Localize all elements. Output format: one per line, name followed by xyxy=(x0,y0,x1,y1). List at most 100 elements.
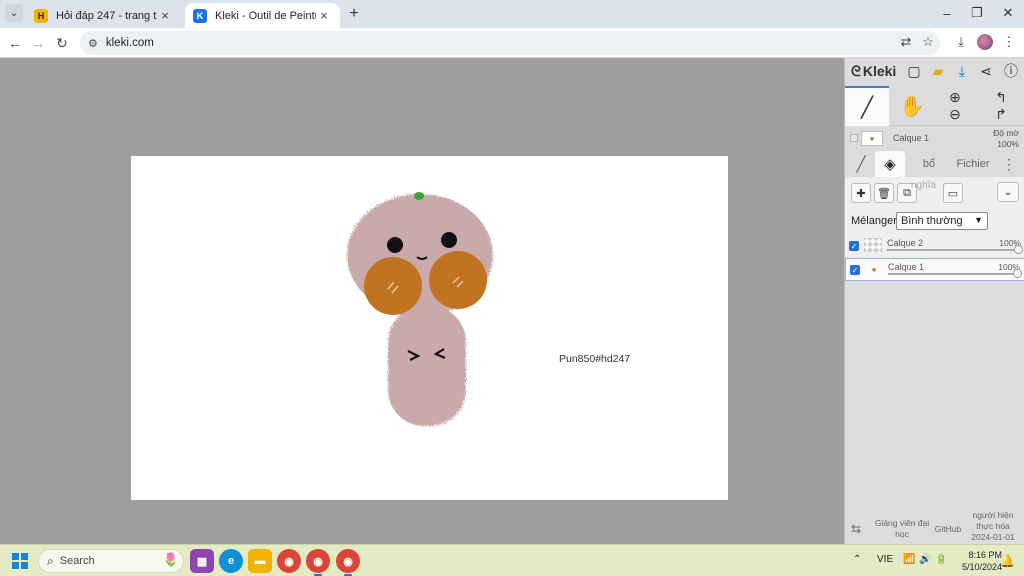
windows-start-button[interactable] xyxy=(12,553,28,569)
more-menu-icon[interactable]: ⋮ xyxy=(1001,151,1017,177)
layer-list: ✓ Calque 2 100% ✓ ● Calque 1 100% xyxy=(845,235,1024,281)
tray-chevron-up-icon[interactable]: ⌃ xyxy=(853,554,861,565)
tab-strip: ⌄ H Hỏi đáp 247 - trang tra loi × K Klek… xyxy=(0,0,1024,28)
layer-opacity-slider[interactable] xyxy=(888,273,1018,275)
tab-search-button[interactable]: ⌄ xyxy=(5,4,23,22)
layer-name: Calque 1 xyxy=(888,262,925,272)
bookmark-star-icon[interactable]: ☆ xyxy=(918,32,938,52)
hand-icon: ✋ xyxy=(899,95,925,118)
tab-kleki[interactable]: K Kleki - Outil de Peinture × xyxy=(185,3,340,28)
hoidap-favicon-icon: H xyxy=(34,8,48,23)
download-icon[interactable]: ⤓ xyxy=(951,32,971,52)
brush-tool-button[interactable]: ╱ xyxy=(845,86,889,126)
preview-checkbox[interactable] xyxy=(850,134,858,142)
taskbar-search[interactable]: ⌕ Search 🌷 xyxy=(38,549,184,573)
search-icon: ⌕ xyxy=(47,553,54,568)
taskbar: ⌕ Search 🌷 ▦ e ▬ ◉ ◉ ◉ ⌃ VIE 📶 🔊 🔋 8:16 … xyxy=(0,544,1024,576)
blend-mode-select[interactable]: Bình thường ▼ xyxy=(896,212,988,230)
chevron-down-icon: ⌄ xyxy=(9,7,19,19)
character-body xyxy=(347,194,493,426)
close-tab-icon[interactable]: × xyxy=(316,8,332,24)
swap-side-icon[interactable]: ⇆ xyxy=(851,523,861,535)
tulips-icon: 🌷 xyxy=(162,552,179,567)
drawing-canvas[interactable]: Pun850#hd247 xyxy=(131,156,728,500)
system-clock[interactable]: 8:16 PM 5/10/2024 xyxy=(952,549,1002,573)
help-icon[interactable]: ⓘ xyxy=(1002,62,1020,80)
zoom-tool-group[interactable]: ⊕ ⊖ xyxy=(935,86,975,126)
layer-thumbnail: ● xyxy=(871,264,877,274)
menu-kebab-icon[interactable]: ⋮ xyxy=(999,32,1019,52)
address-bar: ← → ↻ ⚙ kleki.com ⇄ ☆ ⤓ ⋮ xyxy=(0,28,1024,58)
zoom-in-icon[interactable]: ⊕ xyxy=(949,89,961,106)
kleki-app: Pun850#hd247 ᘓ Kleki ▢ ▰ ⤓ ⋖ ⓘ ╱ ✋ ⊕ ⊖ ↰ ↱ … xyxy=(0,58,1024,544)
sprout xyxy=(414,192,424,200)
volume-icon[interactable]: 🔊 xyxy=(919,554,931,565)
layer-opacity-slider[interactable] xyxy=(887,249,1017,251)
tab-layers[interactable]: ◈ xyxy=(875,151,905,177)
close-window-button[interactable]: ✕ xyxy=(993,4,1023,22)
redo-icon[interactable]: ↱ xyxy=(995,106,1007,123)
slider-knob[interactable] xyxy=(1014,245,1023,254)
url-text: kleki.com xyxy=(105,37,154,49)
url-field[interactable]: ⚙ kleki.com xyxy=(80,31,940,55)
zoom-out-icon[interactable]: ⊖ xyxy=(949,106,961,123)
tab-hoidap[interactable]: H Hỏi đáp 247 - trang tra loi × xyxy=(26,3,181,28)
add-layer-button[interactable]: ✚ xyxy=(851,183,871,203)
kleki-logo[interactable]: ᘓ Kleki xyxy=(851,63,896,80)
site-info-icon[interactable]: ⚙ xyxy=(88,37,98,50)
restore-button[interactable]: ❐ xyxy=(962,4,992,22)
file-explorer-icon[interactable]: ▬ xyxy=(248,549,272,573)
reload-button[interactable]: ↻ xyxy=(52,33,72,53)
chrome-app-icon[interactable]: ◉ xyxy=(277,549,301,573)
kleki-logo-icon: ᘓ xyxy=(851,62,861,79)
kleki-favicon-icon: K xyxy=(193,8,207,23)
lecturer-link[interactable]: Giảng viên đại học xyxy=(871,518,933,540)
profile-avatar[interactable] xyxy=(977,34,993,50)
hand-tool-button[interactable]: ✋ xyxy=(895,86,929,126)
wifi-icon[interactable]: 📶 xyxy=(903,554,915,565)
impl-label: người hiện thực hóa 2024-01-01 xyxy=(971,510,1015,542)
chrome-profile-2-icon[interactable]: ◉ xyxy=(306,549,330,576)
save-download-icon[interactable]: ⤓ xyxy=(953,62,971,80)
back-button[interactable]: ← xyxy=(5,33,25,53)
chrome-profile-3-icon[interactable]: ◉ xyxy=(336,549,360,576)
blend-label: Mélanger xyxy=(851,215,897,227)
layer-visibility-checkbox[interactable]: ✓ xyxy=(849,241,859,251)
layer-row[interactable]: ✓ ● Calque 1 100% xyxy=(845,258,1024,281)
github-link[interactable]: GitHub xyxy=(933,524,963,535)
tooltip-ghost-text: nghĩa xyxy=(911,180,937,191)
slider-knob[interactable] xyxy=(1013,269,1022,278)
notification-bell-icon[interactable]: 🔔 xyxy=(1000,554,1015,568)
minimize-button[interactable]: – xyxy=(932,4,962,22)
right-eye xyxy=(441,232,457,248)
tab-file[interactable]: Fichier xyxy=(953,151,993,177)
battery-icon[interactable]: 🔋 xyxy=(935,554,947,565)
undo-redo-group[interactable]: ↰ ↱ xyxy=(981,86,1021,126)
layer-thumb-icon: ● xyxy=(861,131,883,146)
layer-visibility-checkbox[interactable]: ✓ xyxy=(850,265,860,275)
tab-title: Hỏi đáp 247 - trang tra loi xyxy=(56,9,157,22)
edge-app-icon[interactable]: e xyxy=(219,549,243,573)
new-image-icon[interactable]: ▢ xyxy=(905,62,923,80)
new-tab-button[interactable]: + xyxy=(345,5,363,23)
store-app-icon[interactable]: ▦ xyxy=(190,549,214,573)
layer-toolbar: ✚ 🗑 ⧉ nghĩa ▭ ⌄ xyxy=(845,177,1024,209)
language-indicator[interactable]: VIE xyxy=(877,554,893,565)
layer-options-dropdown[interactable]: ⌄ xyxy=(997,182,1019,202)
drawing xyxy=(347,192,493,426)
close-tab-icon[interactable]: × xyxy=(157,8,173,24)
share-icon[interactable]: ⋖ xyxy=(977,62,995,80)
tab-brush[interactable]: ╱ xyxy=(849,151,873,177)
signature-text: Pun850#hd247 xyxy=(559,353,631,365)
layer-row[interactable]: ✓ Calque 2 100% xyxy=(845,235,1024,258)
undo-icon[interactable]: ↰ xyxy=(995,89,1007,106)
layer-properties-button[interactable]: ▭ xyxy=(943,183,963,203)
delete-layer-button[interactable]: 🗑 xyxy=(874,183,894,203)
reload-icon: ↻ xyxy=(56,34,68,51)
forward-button[interactable]: → xyxy=(28,33,48,53)
open-folder-icon[interactable]: ▰ xyxy=(929,62,947,80)
translate-icon[interactable]: ⇄ xyxy=(896,32,916,52)
tab-bo[interactable]: bổ xyxy=(917,151,941,177)
layer-name: Calque 2 xyxy=(887,238,924,248)
brush-icon: ╱ xyxy=(860,96,874,119)
